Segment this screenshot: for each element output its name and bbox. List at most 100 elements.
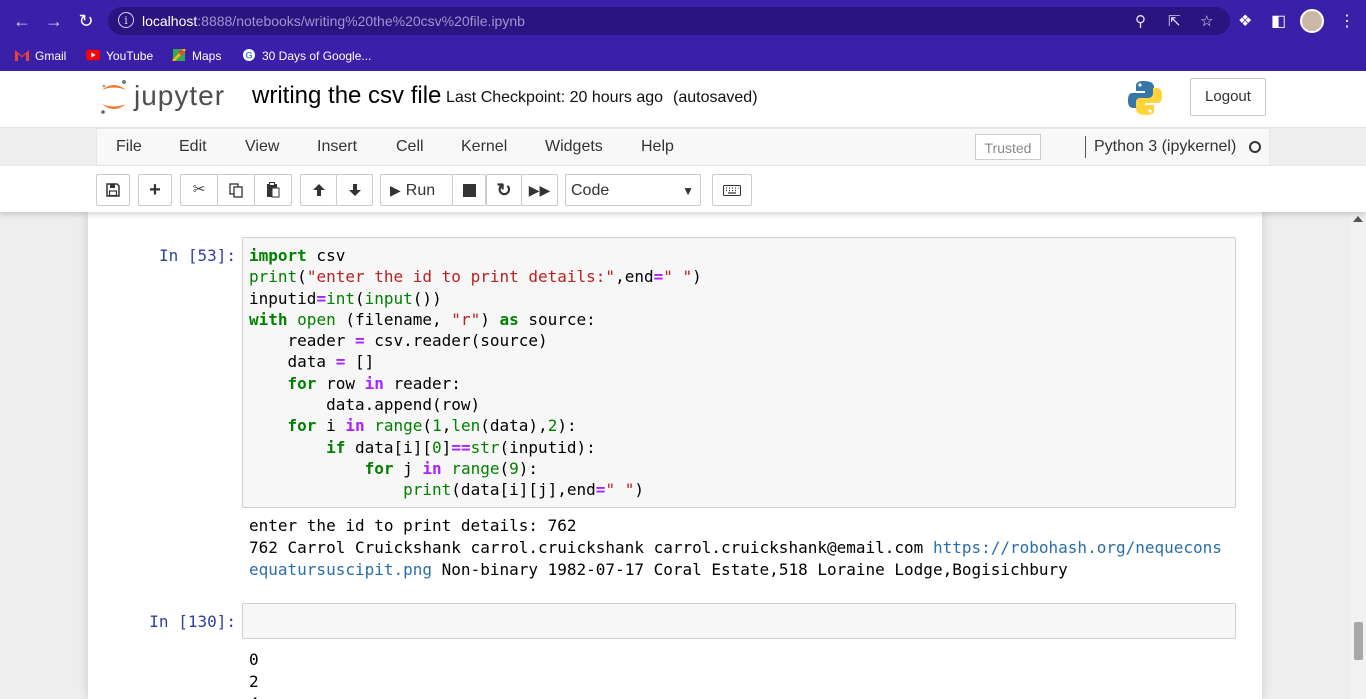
bookmarks-bar: Gmail YouTube Maps G 30 Days of Google... <box>0 42 1366 71</box>
bookmark-star-icon[interactable]: ☆ <box>1200 12 1213 30</box>
url-host: localhost <box>142 13 198 29</box>
menu-help[interactable]: Help <box>641 138 674 156</box>
interrupt-button[interactable] <box>452 174 486 206</box>
code-cell-input[interactable]: import csv print("enter the id to print … <box>242 237 1236 508</box>
browser-toolbar: ← → ↻ i localhost:8888/notebooks/writing… <box>0 0 1366 42</box>
paste-button[interactable] <box>254 174 292 206</box>
side-panel-icon[interactable]: ◧ <box>1271 11 1286 31</box>
bookmark-google[interactable]: G 30 Days of Google... <box>242 46 371 66</box>
autosave-status: (autosaved) <box>673 89 758 106</box>
menu-insert[interactable]: Insert <box>317 138 357 156</box>
save-button[interactable] <box>96 174 130 206</box>
cell-output: enter the id to print details: 762 762 C… <box>249 515 1222 581</box>
command-palette-button[interactable] <box>712 174 752 206</box>
checkpoint-status: Last Checkpoint: 20 hours ago (autosaved) <box>446 89 758 107</box>
bookmark-label: Maps <box>192 49 222 63</box>
notebook-area: In [53]: import csv print("enter the id … <box>0 212 1350 699</box>
cell-type-select[interactable]: Code ▼ <box>565 174 701 206</box>
plus-icon: + <box>149 179 161 201</box>
bookmark-maps[interactable]: Maps <box>172 46 221 66</box>
move-down-button[interactable] <box>336 174 373 206</box>
menu-widgets[interactable]: Widgets <box>545 138 603 156</box>
checkpoint-text: Last Checkpoint: 20 hours ago <box>446 89 664 106</box>
menu-view[interactable]: View <box>245 138 279 156</box>
output-line: 4 <box>249 694 259 699</box>
output-link[interactable]: https://robohash.org/nequecons <box>933 538 1222 557</box>
restart-icon: ↻ <box>496 180 512 200</box>
output-line: 762 Carrol Cruickshank carrol.cruickshan… <box>249 538 933 557</box>
run-button[interactable]: ▶ Run <box>380 174 453 206</box>
output-line: 2 <box>249 672 259 691</box>
output-link-continued[interactable]: equatursuscipit.png <box>249 560 432 579</box>
cell-prompt: In [130]: <box>149 612 236 631</box>
copy-icon <box>229 182 243 198</box>
scroll-up-icon[interactable] <box>1353 216 1363 222</box>
notebook-toolbar: + ✂ ▶ Run ↻ ▶▶ Code ▼ <box>0 166 1366 212</box>
arrow-up-icon <box>312 184 325 197</box>
page-scrollbar[interactable] <box>1350 212 1366 699</box>
stop-icon <box>462 183 476 197</box>
cell-output: 0 2 4 <box>249 649 259 699</box>
logout-button[interactable]: Logout <box>1190 78 1266 116</box>
menu-file[interactable]: File <box>116 138 142 156</box>
jupyter-logo[interactable]: jupyter <box>98 76 238 116</box>
cell-type-value: Code <box>571 182 610 199</box>
youtube-icon <box>86 49 100 61</box>
restart-run-all-button[interactable]: ▶▶ <box>521 174 558 206</box>
code-editor[interactable]: import csv print("enter the id to print … <box>249 245 702 501</box>
svg-text:G: G <box>245 49 252 60</box>
menu-edit[interactable]: Edit <box>179 138 207 156</box>
save-icon <box>106 183 120 197</box>
keyboard-icon <box>723 184 741 196</box>
extensions-icon[interactable]: ❖ <box>1238 11 1252 31</box>
bookmark-label: YouTube <box>106 49 154 63</box>
site-info-icon[interactable]: i <box>118 12 134 28</box>
trusted-indicator[interactable]: Trusted <box>975 134 1041 160</box>
url-text: localhost:8888/notebooks/writing%20the%2… <box>142 13 525 29</box>
play-icon: ▶ <box>390 182 401 198</box>
notebook-title[interactable]: writing the csv file <box>252 82 441 110</box>
code-cell-input[interactable] <box>242 603 1236 639</box>
move-up-button[interactable] <box>300 174 337 206</box>
reload-icon[interactable]: ↻ <box>74 9 98 33</box>
cut-button[interactable]: ✂ <box>180 174 218 206</box>
paste-icon <box>267 182 280 198</box>
kernel-idle-icon <box>1249 141 1261 153</box>
run-label: Run <box>405 182 436 199</box>
maps-icon <box>172 49 186 61</box>
menu-kernel[interactable]: Kernel <box>461 138 507 156</box>
share-icon[interactable]: ⇱ <box>1168 12 1181 30</box>
chevron-down-icon: ▼ <box>682 184 694 198</box>
bookmark-gmail[interactable]: Gmail <box>15 46 66 66</box>
restart-button[interactable]: ↻ <box>486 174 522 206</box>
kernel-name[interactable]: Python 3 (ipykernel) <box>1094 138 1236 156</box>
address-bar[interactable]: i localhost:8888/notebooks/writing%20the… <box>108 7 1230 35</box>
bookmark-label: 30 Days of Google... <box>262 49 372 63</box>
gmail-icon <box>15 50 29 61</box>
output-line: enter the id to print details: 762 <box>249 516 577 535</box>
forward-icon[interactable]: → <box>42 9 66 33</box>
arrow-down-icon <box>348 184 361 197</box>
jupyter-logo-icon <box>101 80 126 114</box>
bookmark-youtube[interactable]: YouTube <box>86 46 153 66</box>
menubar: File Edit View Insert Cell Kernel Widget… <box>96 128 1270 166</box>
cell-prompt: In [53]: <box>158 246 236 265</box>
menu-kebab-icon[interactable]: ⋮ <box>1339 11 1355 31</box>
menu-cell[interactable]: Cell <box>396 138 424 156</box>
notebook-container: In [53]: import csv print("enter the id … <box>88 212 1262 699</box>
url-path: :8888/notebooks/writing%20the%20csv%20fi… <box>197 13 525 29</box>
scrollbar-thumb[interactable] <box>1354 622 1363 660</box>
bookmark-label: Gmail <box>35 49 67 63</box>
scissors-icon: ✂ <box>192 181 206 198</box>
profile-avatar[interactable] <box>1300 9 1324 33</box>
google-icon: G <box>243 49 255 61</box>
jupyter-logo-text: jupyter <box>134 80 226 111</box>
output-line: 0 <box>249 650 259 669</box>
copy-button[interactable] <box>217 174 255 206</box>
python-logo-icon <box>1128 81 1162 115</box>
back-icon[interactable]: ← <box>10 9 34 33</box>
zoom-icon[interactable]: ⚲ <box>1135 12 1146 30</box>
output-line: Non-binary 1982-07-17 Coral Estate,518 L… <box>432 560 1068 579</box>
insert-cell-button[interactable]: + <box>138 174 172 206</box>
kernel-separator <box>1085 136 1086 158</box>
